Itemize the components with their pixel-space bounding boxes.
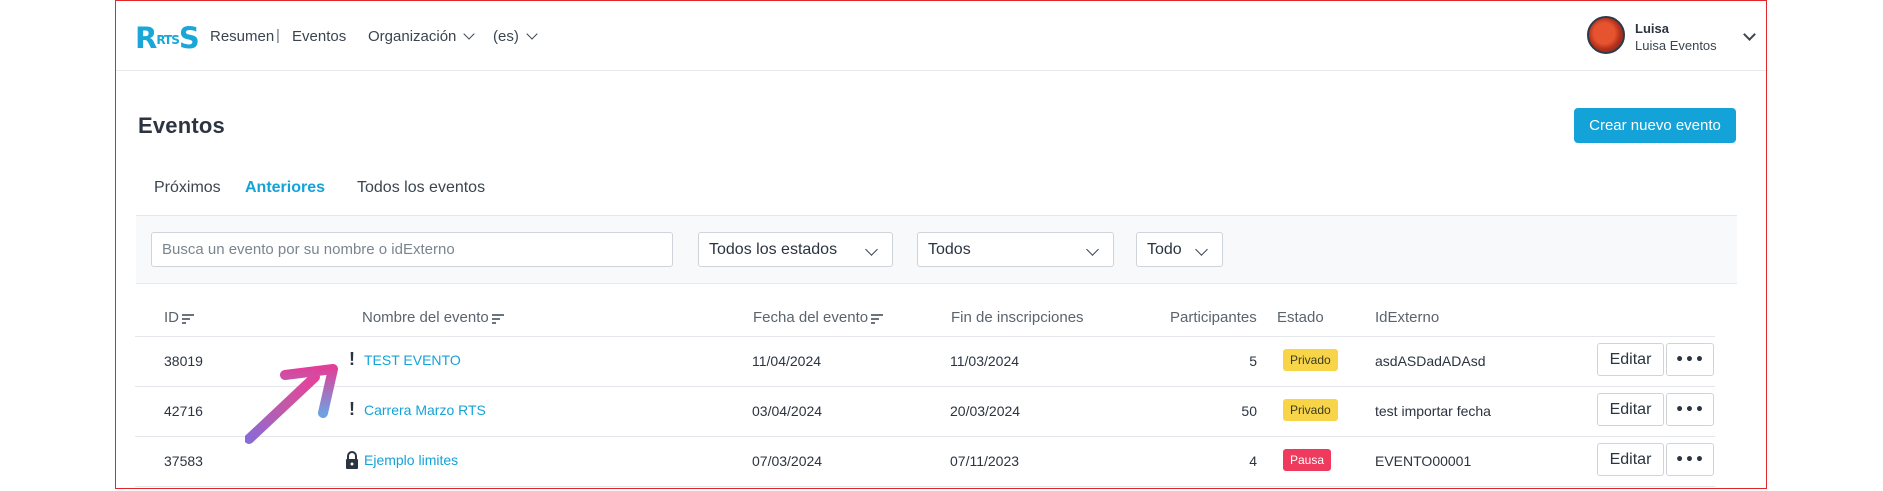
date-filter-value: Todo bbox=[1147, 241, 1182, 258]
more-options-button[interactable]: ••• bbox=[1666, 443, 1714, 476]
column-header-fin-inscripciones: Fin de inscripciones bbox=[951, 309, 1084, 326]
top-navbar: RRTSS Resumen | Eventos Organización (es… bbox=[116, 1, 1766, 71]
row-divider bbox=[135, 436, 1715, 437]
sort-icon bbox=[871, 313, 884, 324]
more-options-button[interactable]: ••• bbox=[1666, 393, 1714, 426]
column-header-id-label: ID bbox=[164, 309, 179, 326]
nav-organizacion[interactable]: Organización bbox=[368, 28, 476, 45]
more-options-button[interactable]: ••• bbox=[1666, 343, 1714, 376]
registration-end: 07/11/2023 bbox=[950, 453, 1020, 469]
user-name: Luisa bbox=[1635, 21, 1669, 36]
edit-button[interactable]: Editar bbox=[1597, 443, 1664, 476]
rts-logo[interactable]: RRTSS bbox=[135, 21, 200, 55]
nav-resumen[interactable]: Resumen bbox=[210, 28, 274, 45]
alert-icon: ! bbox=[349, 349, 355, 369]
participants-count: 4 bbox=[1249, 453, 1257, 469]
external-id: EVENTO00001 bbox=[1375, 453, 1472, 469]
column-header-fecha[interactable]: Fecha del evento bbox=[753, 309, 884, 326]
registration-end: 11/03/2024 bbox=[950, 353, 1020, 369]
nav-eventos[interactable]: Eventos bbox=[292, 28, 346, 45]
participants-count: 5 bbox=[1249, 353, 1257, 369]
tab-anteriores[interactable]: Anteriores bbox=[245, 179, 325, 197]
page-title: Eventos bbox=[138, 113, 225, 138]
status-badge: Privado bbox=[1283, 399, 1338, 421]
user-menu-chevron-icon[interactable] bbox=[1743, 28, 1756, 41]
column-header-nombre[interactable]: Nombre del evento bbox=[362, 309, 504, 326]
event-id: 37583 bbox=[164, 453, 203, 469]
column-header-participantes: Participantes bbox=[1170, 309, 1257, 326]
chevron-down-icon bbox=[463, 28, 476, 40]
event-date: 07/03/2024 bbox=[752, 453, 823, 469]
filters-bar: Todos los estados Todos Todo bbox=[136, 216, 1737, 284]
sort-icon bbox=[491, 313, 504, 324]
type-filter-value: Todos bbox=[928, 241, 971, 258]
event-name-link[interactable]: TEST EVENTO bbox=[364, 352, 461, 368]
event-id: 38019 bbox=[164, 353, 203, 369]
external-id: test importar fecha bbox=[1375, 403, 1491, 419]
event-date: 03/04/2024 bbox=[752, 403, 823, 419]
date-filter-select[interactable]: Todo bbox=[1136, 232, 1223, 267]
event-id: 42716 bbox=[164, 403, 203, 419]
status-badge: Privado bbox=[1283, 349, 1338, 371]
external-id: asdASDadADAsd bbox=[1375, 353, 1486, 369]
search-input[interactable] bbox=[151, 232, 673, 267]
event-name-link[interactable]: Ejemplo limites bbox=[364, 452, 458, 468]
column-header-fecha-label: Fecha del evento bbox=[753, 309, 869, 326]
event-name-link[interactable]: Carrera Marzo RTS bbox=[364, 402, 486, 418]
column-header-id[interactable]: ID bbox=[164, 309, 194, 326]
annotation-arrow-icon bbox=[245, 364, 338, 444]
nav-organizacion-label: Organización bbox=[368, 28, 457, 45]
type-filter-select[interactable]: Todos bbox=[917, 232, 1114, 267]
status-filter-value: Todos los estados bbox=[709, 241, 838, 258]
row-divider bbox=[135, 336, 1715, 337]
tab-proximos[interactable]: Próximos bbox=[154, 179, 221, 197]
nav-separator: | bbox=[276, 27, 280, 44]
chevron-down-icon bbox=[865, 243, 878, 256]
language-selector[interactable]: (es) bbox=[493, 28, 538, 45]
row-divider bbox=[135, 386, 1715, 387]
edit-button[interactable]: Editar bbox=[1597, 393, 1664, 426]
sort-icon bbox=[182, 313, 194, 324]
registration-end: 20/03/2024 bbox=[950, 403, 1021, 419]
alert-icon: ! bbox=[349, 399, 355, 419]
language-label: (es) bbox=[493, 28, 519, 45]
chevron-down-icon bbox=[1195, 243, 1208, 256]
app-frame: RRTSS Resumen | Eventos Organización (es… bbox=[115, 0, 1767, 489]
edit-button[interactable]: Editar bbox=[1597, 343, 1664, 376]
event-date: 11/04/2024 bbox=[752, 353, 822, 369]
user-organization: Luisa Eventos bbox=[1635, 38, 1717, 53]
status-badge: Pausa bbox=[1283, 449, 1332, 471]
lock-icon bbox=[346, 451, 358, 469]
row-divider bbox=[135, 486, 1715, 487]
column-header-estado: Estado bbox=[1277, 309, 1324, 326]
create-event-button[interactable]: Crear nuevo evento bbox=[1574, 108, 1736, 143]
participants-count: 50 bbox=[1241, 403, 1257, 419]
tab-todos-los-eventos[interactable]: Todos los eventos bbox=[357, 179, 485, 197]
status-filter-select[interactable]: Todos los estados bbox=[698, 232, 893, 267]
column-header-nombre-label: Nombre del evento bbox=[362, 309, 489, 326]
column-header-idexterno: IdExterno bbox=[1375, 309, 1440, 326]
chevron-down-icon bbox=[526, 28, 538, 40]
chevron-down-icon bbox=[1086, 243, 1099, 256]
user-avatar[interactable] bbox=[1587, 16, 1625, 54]
